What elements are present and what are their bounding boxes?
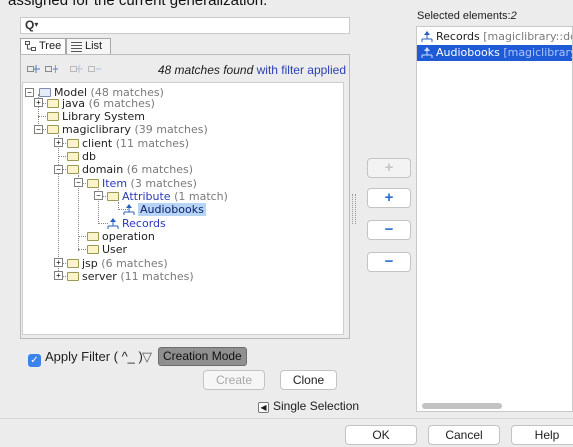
clone-button[interactable]: Clone xyxy=(280,370,337,390)
tab-tree[interactable]: Tree xyxy=(20,38,66,55)
package-icon xyxy=(67,259,79,268)
tab-list-label: List xyxy=(85,40,103,52)
domain-collapse-toggle[interactable]: − xyxy=(54,165,63,174)
matches-count-text: 48 matches found xyxy=(157,63,254,77)
package-icon xyxy=(87,232,99,241)
model-collapse-toggle[interactable]: − xyxy=(25,88,34,97)
tree-node-domain[interactable]: domain (6 matches) xyxy=(67,163,193,176)
collapse-selected-icon[interactable] xyxy=(88,63,102,75)
generalization-icon xyxy=(123,204,135,215)
single-selection-label: Single Selection xyxy=(273,399,360,413)
attribute-collapse-toggle[interactable]: − xyxy=(94,191,103,200)
tree-node-attribute[interactable]: Attribute (1 match) xyxy=(107,190,228,203)
package-icon xyxy=(47,125,59,134)
tab-list[interactable]: List xyxy=(66,38,111,55)
element-tree[interactable]: − + − + − − − + + Model (48 matches) jav… xyxy=(22,82,344,335)
tree-node-magiclibrary[interactable]: magiclibrary (39 matches) xyxy=(47,123,208,136)
create-button[interactable]: Create xyxy=(203,370,265,390)
cancel-button[interactable]: Cancel xyxy=(428,425,500,445)
expand-selected-icon[interactable] xyxy=(70,63,84,75)
tree-node-jsp[interactable]: jsp (6 matches) xyxy=(67,257,168,270)
tree-node-library-system[interactable]: Library System xyxy=(47,110,145,123)
package-icon xyxy=(67,272,79,281)
creation-mode-button[interactable]: Creation Mode xyxy=(158,347,247,366)
selected-elements-list[interactable]: Records [magiclibrary::dor Audiobooks [m… xyxy=(416,26,573,412)
tree-node-db[interactable]: db xyxy=(67,150,96,163)
search-icon[interactable]: Q▾ xyxy=(25,18,38,32)
jsp-expand-toggle[interactable]: + xyxy=(54,258,63,267)
generalization-icon xyxy=(421,47,433,58)
filter-icon[interactable]: ▽ xyxy=(142,349,152,365)
apply-filter-checkbox[interactable]: ✓ Apply Filter ( ^_ ) xyxy=(28,349,143,367)
apply-filter-label: Apply Filter ( ^_ ) xyxy=(45,349,143,364)
package-icon xyxy=(67,165,79,174)
package-icon xyxy=(67,139,79,148)
remove-all-button[interactable]: − xyxy=(367,252,411,272)
tree-node-client[interactable]: client (11 matches) xyxy=(67,137,189,150)
package-icon xyxy=(87,245,99,254)
item-collapse-toggle[interactable]: − xyxy=(74,178,83,187)
dialog-description: assigned for the current generalization. xyxy=(8,0,268,9)
checkmark-icon: ✓ xyxy=(28,354,41,367)
add-recursively-button[interactable]: + xyxy=(367,188,411,208)
package-icon xyxy=(87,179,99,188)
add-button[interactable]: + xyxy=(367,158,411,178)
tree-node-item[interactable]: Item (3 matches) xyxy=(87,177,197,190)
package-icon xyxy=(107,192,119,201)
selected-count: 2 xyxy=(510,10,517,22)
generalization-icon xyxy=(421,31,433,42)
model-icon xyxy=(39,88,51,97)
server-expand-toggle[interactable]: + xyxy=(54,271,63,280)
match-summary: 48 matches found with filter applied xyxy=(120,63,346,77)
magiclibrary-collapse-toggle[interactable]: − xyxy=(34,125,43,134)
tree-node-audiobooks[interactable]: Audiobooks xyxy=(123,203,206,216)
search-input[interactable] xyxy=(20,17,350,34)
package-icon xyxy=(47,112,59,121)
tree-node-java[interactable]: java (6 matches) xyxy=(47,97,155,110)
generalization-icon xyxy=(107,218,119,229)
tree-node-records[interactable]: Records xyxy=(107,217,166,230)
tree-node-operation[interactable]: operation xyxy=(87,230,155,243)
ok-button[interactable]: OK xyxy=(345,425,417,445)
selected-item-records[interactable]: Records [magiclibrary::dor xyxy=(417,29,572,45)
collapse-all-icon[interactable] xyxy=(45,63,59,75)
filter-applied-text: with filter applied xyxy=(256,63,346,77)
selected-item-audiobooks[interactable]: Audiobooks [magiclibrary: xyxy=(417,45,572,61)
tree-node-user[interactable]: User xyxy=(87,243,127,256)
package-icon xyxy=(47,99,59,108)
chevron-left-icon: ◀ xyxy=(258,402,269,413)
java-expand-toggle[interactable]: + xyxy=(34,98,43,107)
client-expand-toggle[interactable]: + xyxy=(54,138,63,147)
single-selection-toggle[interactable]: ◀ Single Selection xyxy=(258,399,359,413)
tree-node-server[interactable]: server (11 matches) xyxy=(67,270,194,283)
help-button[interactable]: Help xyxy=(511,425,573,445)
splitter-handle[interactable] xyxy=(352,194,356,224)
selected-elements-label: Selected elements:2 xyxy=(417,10,517,22)
package-icon xyxy=(67,152,79,161)
remove-button[interactable]: − xyxy=(367,220,411,240)
tab-tree-label: Tree xyxy=(39,40,62,52)
expand-all-icon[interactable] xyxy=(27,63,41,75)
horizontal-scrollbar[interactable] xyxy=(422,403,502,409)
